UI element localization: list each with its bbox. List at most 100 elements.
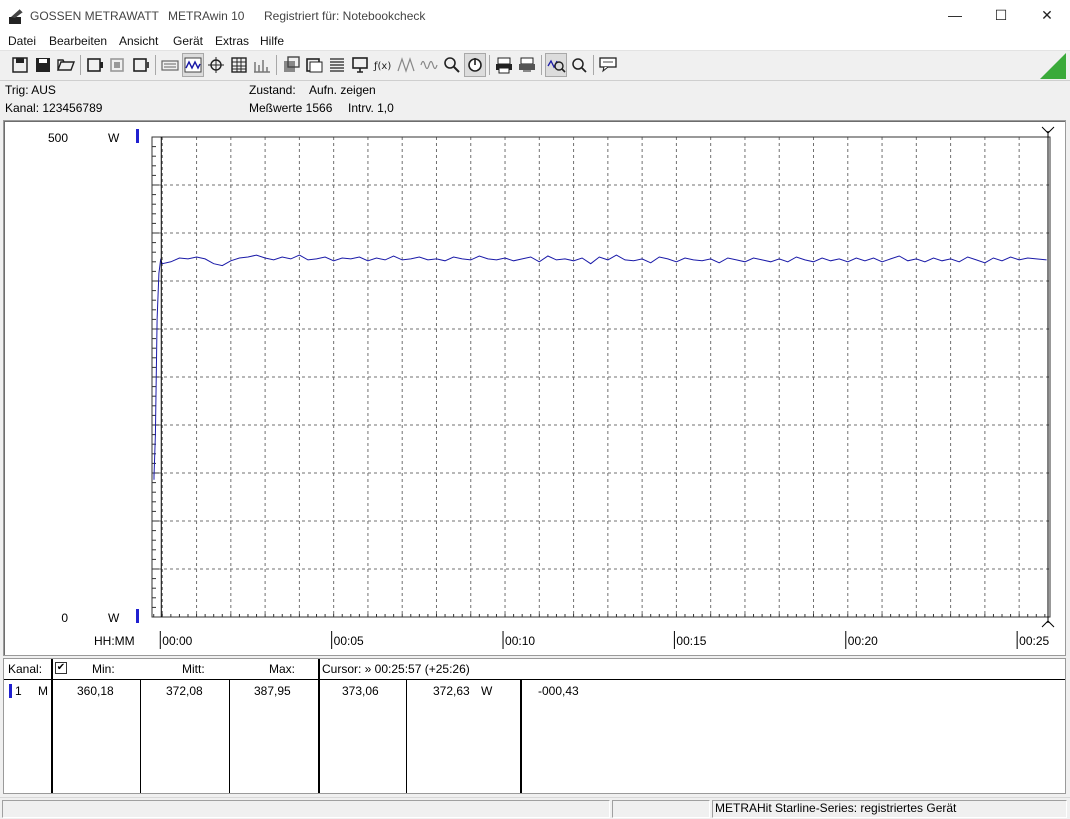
toolbar-button-comment[interactable]	[598, 54, 618, 76]
delta-value: -000,43	[538, 684, 579, 698]
toolbar-button-peak[interactable]	[396, 54, 416, 76]
power-icon	[465, 54, 485, 76]
toolbar-button-table[interactable]	[229, 54, 249, 76]
toolbar-button-save[interactable]	[10, 54, 30, 76]
toolbar-button-record[interactable]	[442, 54, 462, 76]
toolbar-separator	[155, 55, 156, 75]
toolbar: ƒ(x)	[0, 51, 1070, 81]
title-bar: GOSSEN METRAWATT METRAwin 10 Registriert…	[0, 0, 1070, 32]
table-icon	[229, 54, 249, 76]
toolbar-button-zoom[interactable]	[569, 54, 589, 76]
x-tick-label: 00:15	[676, 634, 706, 648]
device-icon	[85, 54, 105, 76]
y-bottom-marker	[136, 609, 139, 623]
toolbar-button-list[interactable]	[327, 54, 347, 76]
interval-value: Intrv. 1,0	[348, 101, 394, 115]
series-line	[153, 254, 1047, 480]
toolbar-button-bars[interactable]	[252, 54, 272, 76]
menu-datei[interactable]: Datei	[8, 34, 36, 48]
export-icon	[281, 54, 301, 76]
y-top-marker	[136, 129, 139, 143]
keyboard-icon	[160, 54, 180, 76]
app-name: GOSSEN METRAWATT	[30, 9, 159, 23]
toolbar-button-crosshair[interactable]	[206, 54, 226, 76]
channel-number: 1	[15, 684, 22, 698]
channel-mode: M	[38, 684, 48, 698]
y-top-unit: W	[108, 131, 120, 145]
menu-geraet[interactable]: Gerät	[173, 34, 203, 48]
zoom-wave-icon	[546, 54, 566, 76]
max-header: Max:	[269, 662, 296, 676]
info-panel: Trig: AUS Kanal: 123456789 Zustand: Aufn…	[0, 82, 1070, 118]
computer-icon	[350, 54, 370, 76]
x-tick-label: 00:25	[1019, 634, 1049, 648]
peak-icon	[396, 54, 416, 76]
toolbar-separator	[593, 55, 594, 75]
toolbar-separator	[276, 55, 277, 75]
resize-corner-icon	[1036, 53, 1066, 79]
menu-ansicht[interactable]: Ansicht	[119, 34, 158, 48]
toolbar-separator	[489, 55, 490, 75]
toolbar-button-wave-view[interactable]	[182, 53, 204, 77]
toolbar-button-function[interactable]: ƒ(x)	[373, 54, 393, 76]
x-tick-label: 00:10	[505, 634, 535, 648]
x-tick-label: 00:00	[162, 634, 192, 648]
record-icon	[442, 54, 462, 76]
toolbar-button-keyboard[interactable]	[160, 54, 180, 76]
y-bottom-label: 0	[61, 611, 68, 625]
kanal-checkbox[interactable]: ✔	[55, 662, 67, 674]
print-icon	[494, 54, 514, 76]
toolbar-separator	[80, 55, 81, 75]
close-button[interactable]: ✕	[1024, 0, 1070, 32]
toolbar-button-wave[interactable]	[419, 54, 439, 76]
list-icon	[327, 54, 347, 76]
menu-bearbeiten[interactable]: Bearbeiten	[49, 34, 107, 48]
toolbar-button-print-preview[interactable]	[517, 54, 537, 76]
close-icon: ✕	[1041, 7, 1053, 23]
messwerte-count: Meßwerte 1566	[249, 101, 333, 115]
wave-view-icon	[183, 54, 203, 76]
wave-icon	[419, 54, 439, 76]
minimize-icon: —	[948, 7, 962, 23]
toolbar-button-computer[interactable]	[350, 54, 370, 76]
bars-icon	[252, 54, 272, 76]
maximize-button[interactable]: ☐	[978, 0, 1024, 32]
status-bar: METRAHit Starline-Series: registriertes …	[0, 797, 1070, 819]
toolbar-button-multi-window[interactable]	[304, 54, 324, 76]
status-pane-left	[2, 800, 610, 818]
trig-status: Trig: AUS	[5, 83, 56, 97]
device-read-icon	[131, 54, 151, 76]
toolbar-button-zoom-wave[interactable]	[545, 53, 567, 77]
channel-marker	[9, 684, 12, 698]
y-bottom-unit: W	[108, 611, 120, 625]
save-as-icon	[33, 54, 53, 76]
toolbar-button-export[interactable]	[281, 54, 301, 76]
power-chart[interactable]: 500 W 0 W HH:MM 00:00 00:05 00:10 00:15 00:20 00:2…	[4, 121, 1065, 655]
x-axis-label: HH:MM	[94, 634, 135, 648]
multi-window-icon	[304, 54, 324, 76]
toolbar-button-print[interactable]	[494, 54, 514, 76]
toolbar-button-device-read[interactable]	[131, 54, 151, 76]
x-tick-label: 00:05	[334, 634, 364, 648]
cursor-value: 373,06	[342, 684, 379, 698]
menu-hilfe[interactable]: Hilfe	[260, 34, 284, 48]
save-icon	[10, 54, 30, 76]
minimize-button[interactable]: —	[932, 0, 978, 32]
toolbar-button-power[interactable]	[464, 53, 486, 77]
crosshair-icon	[206, 54, 226, 76]
toolbar-button-device-settings[interactable]	[108, 54, 128, 76]
menu-extras[interactable]: Extras	[215, 34, 249, 48]
device-settings-icon	[108, 54, 128, 76]
toolbar-button-open-folder[interactable]	[56, 54, 76, 76]
toolbar-button-device[interactable]	[85, 54, 105, 76]
maximize-icon: ☐	[994, 7, 1008, 23]
kanal-status: Kanal: 123456789	[5, 101, 103, 115]
toolbar-button-save-as[interactable]	[33, 54, 53, 76]
app-logo-icon	[8, 7, 26, 25]
cursor-header: Cursor: » 00:25:57 (+25:26)	[322, 662, 470, 676]
zustand-label: Zustand:	[249, 83, 296, 97]
status-pane-mid	[612, 800, 710, 818]
chart-panel[interactable]: 500 W 0 W HH:MM 00:00 00:05 00:10 00:15 00:20 00:2…	[3, 120, 1066, 656]
zustand-value: Aufn. zeigen	[309, 83, 376, 97]
product-name: METRAwin 10	[168, 9, 245, 23]
